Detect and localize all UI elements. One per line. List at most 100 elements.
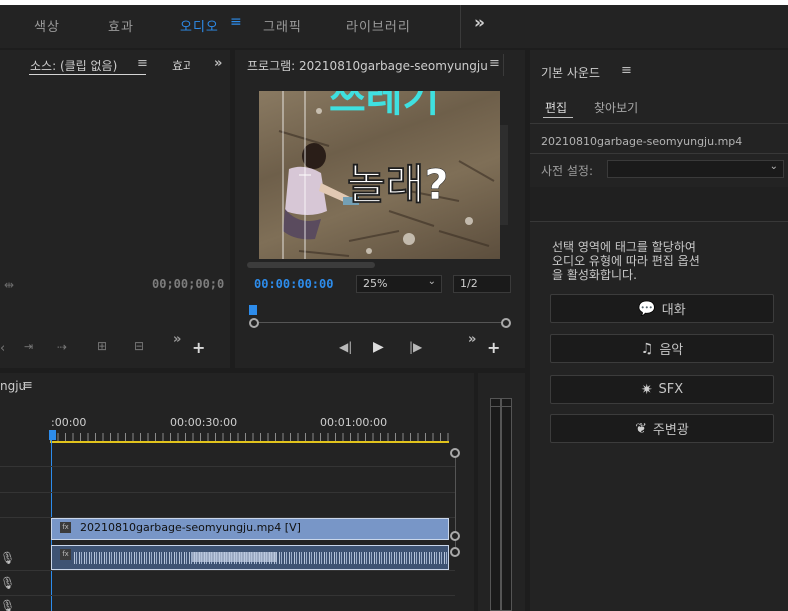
double-chevron-right-icon[interactable]: » — [173, 332, 181, 347]
overwrite-icon[interactable]: ⊟ — [134, 339, 144, 353]
preset-label: 사전 설정: — [541, 164, 594, 178]
resolution-select[interactable]: 1/2 — [453, 275, 511, 293]
ruler-label: 00:00:30:00 — [170, 416, 238, 429]
resolution-value: 1/2 — [460, 277, 478, 290]
workspace-tab-color[interactable]: 색상 — [34, 16, 60, 35]
panel-title: 기본 사운드 — [541, 66, 601, 80]
hamburger-icon[interactable]: ≡ — [230, 14, 242, 30]
play-icon[interactable]: ▶ — [373, 339, 384, 355]
preset-section-spacer — [530, 187, 788, 221]
out-point-handle[interactable] — [501, 318, 511, 328]
divider — [460, 5, 461, 48]
tab-edit[interactable]: 편집 — [545, 99, 567, 116]
audio-waveform-peak — [192, 552, 277, 562]
video-frame-art: 쓰레기 놀래? — [278, 91, 495, 259]
divider — [530, 123, 788, 124]
step-back-icon[interactable]: ‹ — [0, 341, 5, 356]
effects-tab[interactable]: 효과 — [172, 57, 190, 74]
horizontal-scrollbar[interactable] — [247, 262, 375, 268]
divider — [530, 221, 788, 222]
step-forward-icon[interactable]: |▶ — [409, 340, 422, 354]
overlay-top-text: 쓰레기 — [329, 91, 439, 121]
microphone-icon[interactable]: 🎙 — [0, 599, 15, 611]
add-button-icon[interactable]: + — [192, 338, 205, 357]
playhead-marker[interactable] — [49, 430, 56, 440]
audio-clip[interactable]: fx — [51, 545, 449, 570]
fx-badge: fx — [60, 522, 71, 533]
workspace-tab-audio[interactable]: 오디오 — [180, 16, 219, 35]
leaf-icon: ❦ — [635, 420, 647, 437]
panel-menu-icon[interactable]: ≡ — [22, 378, 33, 393]
ruler-ticks — [50, 433, 449, 441]
insert-icon[interactable]: ⊞ — [97, 339, 107, 353]
ambience-button[interactable]: ❦ 주변광 — [550, 414, 774, 443]
zoom-select[interactable]: 25% ⌄ — [356, 275, 442, 293]
meter-peak-line — [490, 406, 512, 407]
source-timecode[interactable]: 00;00;00;0 — [152, 277, 230, 291]
overlay-main-text: 놀래? — [347, 160, 449, 209]
track-divider — [0, 570, 455, 571]
music-note-icon: ♫ — [640, 340, 654, 357]
work-area-bar[interactable] — [50, 441, 449, 443]
ambience-button-label: 주변광 — [652, 423, 689, 438]
in-out-icon: ⇹ — [4, 278, 15, 292]
timeline-panel: ngju ≡ :00:00 00:00:30:00 00:01:00:00 fx… — [0, 373, 474, 611]
workspace-bar: 색상 효과 오디오 ≡ 그래픽 라이브러리 » — [0, 0, 788, 48]
music-button[interactable]: ♫ 음악 — [550, 334, 774, 363]
video-clip-label: 20210810garbage-seomyungju.mp4 [V] — [80, 521, 301, 534]
tab-browse[interactable]: 찾아보기 — [594, 99, 638, 116]
microphone-icon[interactable]: 🎙 — [0, 576, 15, 590]
video-clip[interactable]: fx 20210810garbage-seomyungju.mp4 [V] — [51, 518, 449, 540]
burst-icon: ✷ — [640, 381, 653, 398]
ruler-label: :00:00 — [51, 416, 87, 429]
vertical-scrollbar[interactable] — [500, 125, 508, 225]
panel-menu-icon[interactable]: ≡ — [137, 56, 148, 71]
double-chevron-right-icon[interactable]: » — [214, 56, 222, 71]
chevron-down-icon: ⌄ — [769, 161, 778, 172]
sfx-button-label: SFX — [658, 382, 684, 397]
add-button-icon[interactable]: + — [487, 338, 500, 357]
divider — [503, 54, 504, 76]
track-divider — [0, 595, 455, 596]
program-monitor-panel: 프로그램: 20210810garbage-seomyungju ≡ 쓰레기 놀… — [235, 50, 525, 368]
go-to-in-icon[interactable]: ⇢ — [57, 340, 67, 354]
source-tab[interactable]: 소스: (클립 없음) — [30, 57, 117, 74]
source-monitor-panel: 소스: (클립 없음) ≡ 효과 » ⇹ 00;00;00;0 ‹ ⇥ ⇢ ⊞ … — [0, 50, 230, 368]
track-divider — [0, 492, 455, 493]
double-chevron-right-icon[interactable]: » — [468, 332, 476, 347]
speech-bubble-icon: 💬 — [638, 300, 656, 317]
chevron-down-icon: ⌄ — [427, 276, 436, 287]
preset-select[interactable]: ⌄ — [607, 160, 784, 178]
panel-menu-icon[interactable]: ≡ — [621, 63, 632, 78]
meter-left — [490, 398, 501, 611]
zoom-value: 25% — [363, 277, 388, 290]
sfx-button[interactable]: ✷ SFX — [550, 375, 774, 404]
workspace-tab-effects[interactable]: 효과 — [108, 16, 134, 35]
program-tab[interactable]: 프로그램: 20210810garbage-seomyungju — [247, 57, 488, 74]
ruler-label: 00:01:00:00 — [320, 416, 388, 429]
music-button-label: 음악 — [659, 343, 684, 358]
video-preview[interactable]: 쓰레기 놀래? — [259, 91, 500, 259]
fx-badge: fx — [60, 549, 71, 560]
active-tab-underline — [543, 117, 573, 118]
workspace-tab-graphics[interactable]: 그래픽 — [263, 16, 302, 35]
double-chevron-right-icon[interactable]: » — [474, 13, 485, 33]
panel-menu-icon[interactable]: ≡ — [489, 56, 500, 71]
mark-in-icon[interactable]: ⇥ — [24, 340, 33, 353]
in-point-handle[interactable] — [249, 318, 259, 328]
scroll-handle[interactable] — [450, 547, 460, 557]
audio-meters-panel — [478, 373, 525, 611]
track-divider — [0, 466, 455, 467]
scroll-handle[interactable] — [450, 448, 460, 458]
essential-sound-panel: 기본 사운드 ≡ 편집 찾아보기 20210810garbage-seomyun… — [530, 50, 788, 611]
scroll-handle[interactable] — [450, 531, 460, 541]
program-timecode[interactable]: 00:00:00:00 — [254, 277, 333, 291]
workspace-tab-libraries[interactable]: 라이브러리 — [346, 16, 411, 35]
tag-instructions: 선택 영역에 태그를 할당하여 오디오 유형에 따라 편집 옵션 을 활성화합니… — [552, 240, 700, 282]
dialogue-button[interactable]: 💬 대화 — [550, 294, 774, 323]
microphone-icon[interactable]: 🎙 — [0, 551, 15, 565]
scrub-track[interactable] — [255, 322, 506, 323]
clip-file-name: 20210810garbage-seomyungju.mp4 — [541, 135, 743, 148]
step-back-icon[interactable]: ◀| — [339, 340, 352, 354]
playhead-marker[interactable] — [249, 305, 257, 315]
